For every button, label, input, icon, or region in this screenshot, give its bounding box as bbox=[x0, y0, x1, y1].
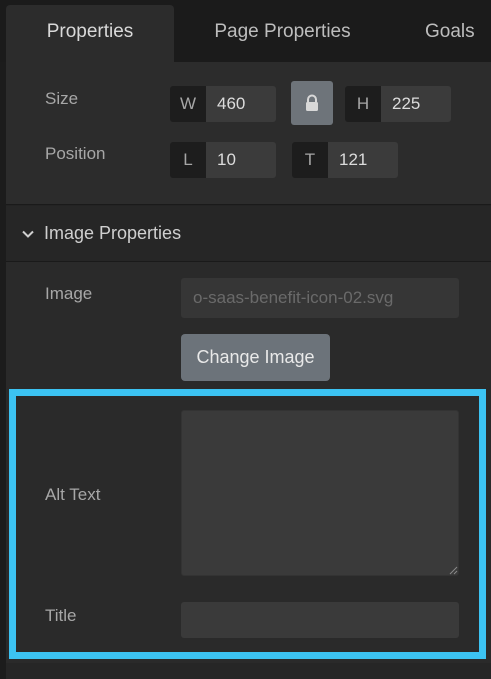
title-input[interactable] bbox=[181, 602, 459, 638]
image-properties-title: Image Properties bbox=[44, 223, 182, 243]
left-prefix: L bbox=[170, 142, 206, 178]
alt-text-label: Alt Text bbox=[45, 485, 101, 504]
width-input[interactable]: 460 bbox=[206, 86, 276, 122]
top-input[interactable]: 121 bbox=[328, 142, 398, 178]
left-input[interactable]: 10 bbox=[206, 142, 276, 178]
lock-icon bbox=[306, 94, 318, 111]
position-label: Position bbox=[45, 144, 106, 163]
tab-bar: Properties Page Properties Goals bbox=[0, 0, 491, 62]
image-filename-field: o-saas-benefit-icon-02.svg bbox=[181, 278, 459, 318]
title-label: Title bbox=[45, 606, 77, 625]
image-properties-header[interactable]: Image Properties bbox=[6, 206, 491, 261]
height-field[interactable]: H 225 bbox=[345, 86, 451, 122]
width-prefix: W bbox=[170, 86, 206, 122]
chevron-down-icon bbox=[22, 230, 34, 238]
aspect-lock-button[interactable] bbox=[291, 81, 333, 125]
bottom-band bbox=[6, 663, 491, 679]
divider bbox=[6, 204, 491, 205]
height-input[interactable]: 225 bbox=[381, 86, 451, 122]
tab-goals[interactable]: Goals bbox=[389, 5, 491, 62]
properties-panel: Properties Page Properties Goals Size Po… bbox=[0, 0, 491, 679]
left-field[interactable]: L 10 bbox=[170, 142, 276, 178]
top-prefix: T bbox=[292, 142, 328, 178]
alt-text-input[interactable] bbox=[181, 410, 459, 576]
change-image-button[interactable]: Change Image bbox=[181, 334, 330, 381]
tab-page-properties[interactable]: Page Properties bbox=[176, 5, 389, 62]
resize-grip-icon[interactable] bbox=[449, 566, 458, 575]
top-field[interactable]: T 121 bbox=[292, 142, 398, 178]
tab-properties[interactable]: Properties bbox=[6, 5, 174, 62]
image-label: Image bbox=[45, 284, 93, 303]
size-label: Size bbox=[45, 89, 79, 108]
height-prefix: H bbox=[345, 86, 381, 122]
dimensions-section bbox=[6, 62, 491, 204]
width-field[interactable]: W 460 bbox=[170, 86, 276, 122]
